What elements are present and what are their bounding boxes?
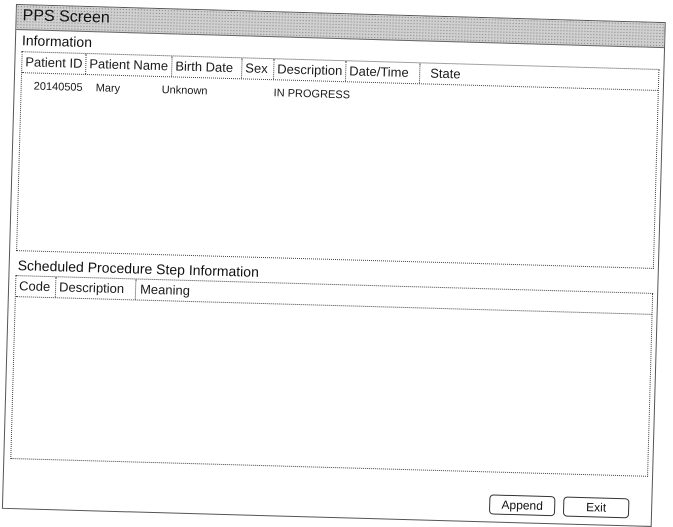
scheduled-header: Code Description Meaning — [15, 276, 653, 315]
cell-patient-id: 20140505 — [33, 80, 83, 94]
column-date-time[interactable]: Date/Time — [345, 61, 421, 84]
column-patient-id[interactable]: Patient ID — [22, 52, 87, 74]
column-sex[interactable]: Sex — [242, 58, 275, 80]
column-patient-name[interactable]: Patient Name — [86, 53, 173, 77]
cell-description: IN PROGRESS — [273, 87, 351, 102]
column-birth-date[interactable]: Birth Date — [172, 56, 243, 79]
column-meaning[interactable]: Meaning — [136, 279, 652, 313]
scheduled-table: Code Description Meaning — [10, 275, 654, 477]
append-button[interactable]: Append — [488, 494, 556, 517]
window-title: PPS Screen — [22, 7, 111, 27]
title-bar[interactable]: PPS Screen — [16, 5, 665, 49]
information-label: Information — [21, 32, 93, 51]
exit-button[interactable]: Exit — [562, 496, 630, 519]
column-code[interactable]: Code — [15, 276, 57, 298]
column-description[interactable]: Description — [273, 59, 347, 82]
cell-patient-name: Mary — [95, 82, 121, 95]
cell-birth-date: Unknown — [161, 84, 208, 98]
pps-window: PPS Screen Information Patient ID Patien… — [1, 4, 666, 527]
column-state[interactable]: State — [420, 63, 658, 90]
column-scheduled-description[interactable]: Description — [55, 277, 137, 300]
information-table: Patient ID Patient Name Birth Date Sex D… — [16, 51, 660, 269]
